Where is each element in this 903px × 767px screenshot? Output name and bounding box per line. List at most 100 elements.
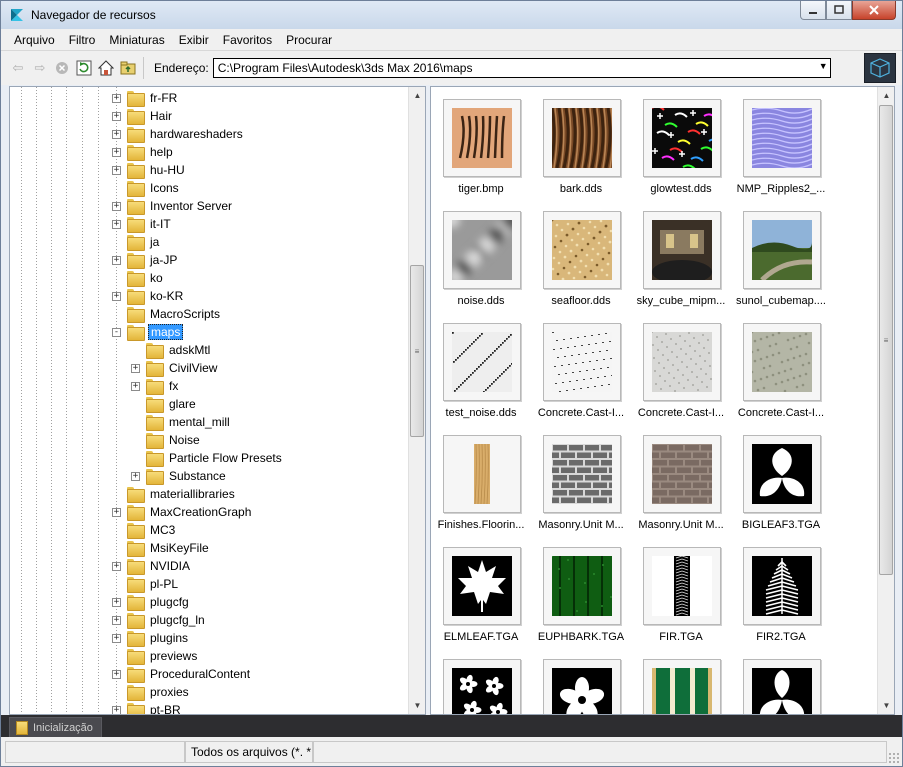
tree-item-label[interactable]: Noise <box>167 433 202 447</box>
tree-item-label[interactable]: ko-KR <box>148 289 185 303</box>
tree-item-label[interactable]: glare <box>167 397 198 411</box>
tree-item-label[interactable]: help <box>148 145 175 159</box>
tree-item[interactable]: + ProceduralContent <box>112 665 252 683</box>
thumbnail-frame[interactable] <box>543 99 621 177</box>
tree-vertical-scrollbar[interactable]: ▲ ≡ ▼ <box>408 87 425 714</box>
address-value[interactable]: C:\Program Files\Autodesk\3ds Max 2016\m… <box>218 61 473 75</box>
thumbnail-item[interactable]: glowtest.dds <box>631 87 731 199</box>
tree-item-label[interactable]: Icons <box>148 181 181 195</box>
tree-item[interactable]: ko <box>112 269 165 287</box>
thumbnail-item[interactable]: seafloor.dds <box>531 199 631 311</box>
thumbnail-item[interactable]: FIR.TGA <box>631 535 731 647</box>
tree-item-label[interactable]: MsiKeyFile <box>148 541 211 555</box>
expand-icon[interactable]: + <box>112 507 121 517</box>
expand-icon[interactable]: + <box>112 561 121 571</box>
expand-icon[interactable]: + <box>112 633 121 643</box>
thumbnail-item[interactable]: Concrete.Cast-I... <box>731 311 831 423</box>
tree-item[interactable]: + MaxCreationGraph <box>112 503 253 521</box>
tree-item-label[interactable]: MC3 <box>148 523 177 537</box>
tree-item[interactable]: + ko-KR <box>112 287 185 305</box>
tree-item-label[interactable]: NVIDIA <box>148 559 192 573</box>
thumbnail-item[interactable]: BIGLEAF3.TGA <box>731 423 831 535</box>
scroll-up-arrow-icon[interactable]: ▲ <box>878 87 894 104</box>
tree-item-label[interactable]: Hair <box>148 109 174 123</box>
tree-item-label[interactable]: hu-HU <box>148 163 187 177</box>
thumbnail-item[interactable] <box>431 647 531 714</box>
thumbnail-frame[interactable] <box>443 211 521 289</box>
tree-item-label[interactable]: MaxCreationGraph <box>148 505 253 519</box>
thumbnail-item[interactable] <box>631 647 731 714</box>
expand-icon[interactable]: + <box>112 93 121 103</box>
tree-item[interactable]: materiallibraries <box>112 485 237 503</box>
thumbnail-frame[interactable] <box>743 435 821 513</box>
tree-item-label[interactable]: pt-BR <box>148 703 183 714</box>
thumbnail-item[interactable]: NMP_Ripples2_... <box>731 87 831 199</box>
refresh-icon[interactable] <box>73 57 95 79</box>
tree-item-label[interactable]: ProceduralContent <box>148 667 252 681</box>
tree-item-label[interactable]: ja-JP <box>148 253 179 267</box>
menu-favoritos[interactable]: Favoritos <box>216 31 279 49</box>
maximize-button[interactable] <box>826 1 852 20</box>
tree-item[interactable]: Noise <box>131 431 202 449</box>
thumbnail-frame[interactable] <box>543 435 621 513</box>
tree-item[interactable]: + NVIDIA <box>112 557 192 575</box>
thumbnail-item[interactable]: Masonry.Unit M... <box>531 423 631 535</box>
thumbnail-frame[interactable] <box>543 659 621 714</box>
thumbnail-item[interactable]: Concrete.Cast-I... <box>531 311 631 423</box>
scroll-down-arrow-icon[interactable]: ▼ <box>409 697 425 714</box>
tree-item[interactable]: + hardwareshaders <box>112 125 245 143</box>
thumbnail-frame[interactable] <box>443 323 521 401</box>
minimize-button[interactable] <box>800 1 826 20</box>
thumbnail-frame[interactable] <box>543 323 621 401</box>
tree-item-label[interactable]: adskMtl <box>167 343 212 357</box>
tree-item[interactable]: + Substance <box>131 467 228 485</box>
tree-item[interactable]: Icons <box>112 179 181 197</box>
thumbnail-frame[interactable] <box>643 99 721 177</box>
thumbnail-frame[interactable] <box>643 211 721 289</box>
tree-item-label[interactable]: mental_mill <box>167 415 232 429</box>
expand-icon[interactable]: + <box>131 363 140 373</box>
dropdown-arrow-icon[interactable]: ▼ <box>819 61 828 71</box>
thumbnail-item[interactable]: sky_cube_mipm... <box>631 199 731 311</box>
tree-item[interactable]: adskMtl <box>131 341 212 359</box>
thumbnail-item[interactable] <box>731 647 831 714</box>
tree-item-label[interactable]: plugcfg_ln <box>148 613 207 627</box>
menu-arquivo[interactable]: Arquivo <box>7 31 62 49</box>
expand-icon[interactable]: + <box>131 471 140 481</box>
close-button[interactable] <box>852 1 896 20</box>
thumbnail-frame[interactable] <box>743 547 821 625</box>
tree-item-label[interactable]: fx <box>167 379 180 393</box>
tree-item-label[interactable]: pl-PL <box>148 577 180 591</box>
tree-item[interactable]: + Hair <box>112 107 174 125</box>
tree-item[interactable]: + it-IT <box>112 215 173 233</box>
tree-item[interactable]: + ja-JP <box>112 251 179 269</box>
tree-item-label[interactable]: it-IT <box>148 217 173 231</box>
tree-item[interactable]: MacroScripts <box>112 305 222 323</box>
tree-item[interactable]: + help <box>112 143 175 161</box>
thumbnail-item[interactable]: Finishes.Floorin... <box>431 423 531 535</box>
expand-icon[interactable]: + <box>112 255 121 265</box>
thumbnail-item[interactable]: bark.dds <box>531 87 631 199</box>
expand-icon[interactable]: + <box>112 219 121 229</box>
thumbnail-frame[interactable] <box>743 323 821 401</box>
thumbnail-item[interactable]: Concrete.Cast-I... <box>631 311 731 423</box>
thumbnail-panel[interactable]: tiger.bmp bark.dds glowtest.dds NMP_Ripples… <box>430 86 895 715</box>
tab-inicializacao[interactable]: Inicialização <box>9 717 102 737</box>
tree-item[interactable]: proxies <box>112 683 191 701</box>
tree-item[interactable]: + plugcfg_ln <box>112 611 207 629</box>
tree-item[interactable]: MC3 <box>112 521 177 539</box>
tree-item[interactable]: ja <box>112 233 161 251</box>
tree-item-label[interactable]: maps <box>148 324 184 340</box>
thumbnail-vertical-scrollbar[interactable]: ▲ ≡ ▼ <box>877 87 894 714</box>
expand-icon[interactable]: + <box>112 291 121 301</box>
tree-item-label[interactable]: plugins <box>148 631 190 645</box>
thumbnail-item[interactable]: Masonry.Unit M... <box>631 423 731 535</box>
tree-item[interactable]: MsiKeyFile <box>112 539 211 557</box>
tree-item-label[interactable]: Particle Flow Presets <box>167 451 284 465</box>
tree-item[interactable]: + hu-HU <box>112 161 187 179</box>
thumbnail-frame[interactable] <box>743 211 821 289</box>
tree-item-label[interactable]: proxies <box>148 685 191 699</box>
tree-item-label[interactable]: materiallibraries <box>148 487 237 501</box>
scroll-down-arrow-icon[interactable]: ▼ <box>878 697 894 714</box>
tree-item[interactable]: + Inventor Server <box>112 197 234 215</box>
